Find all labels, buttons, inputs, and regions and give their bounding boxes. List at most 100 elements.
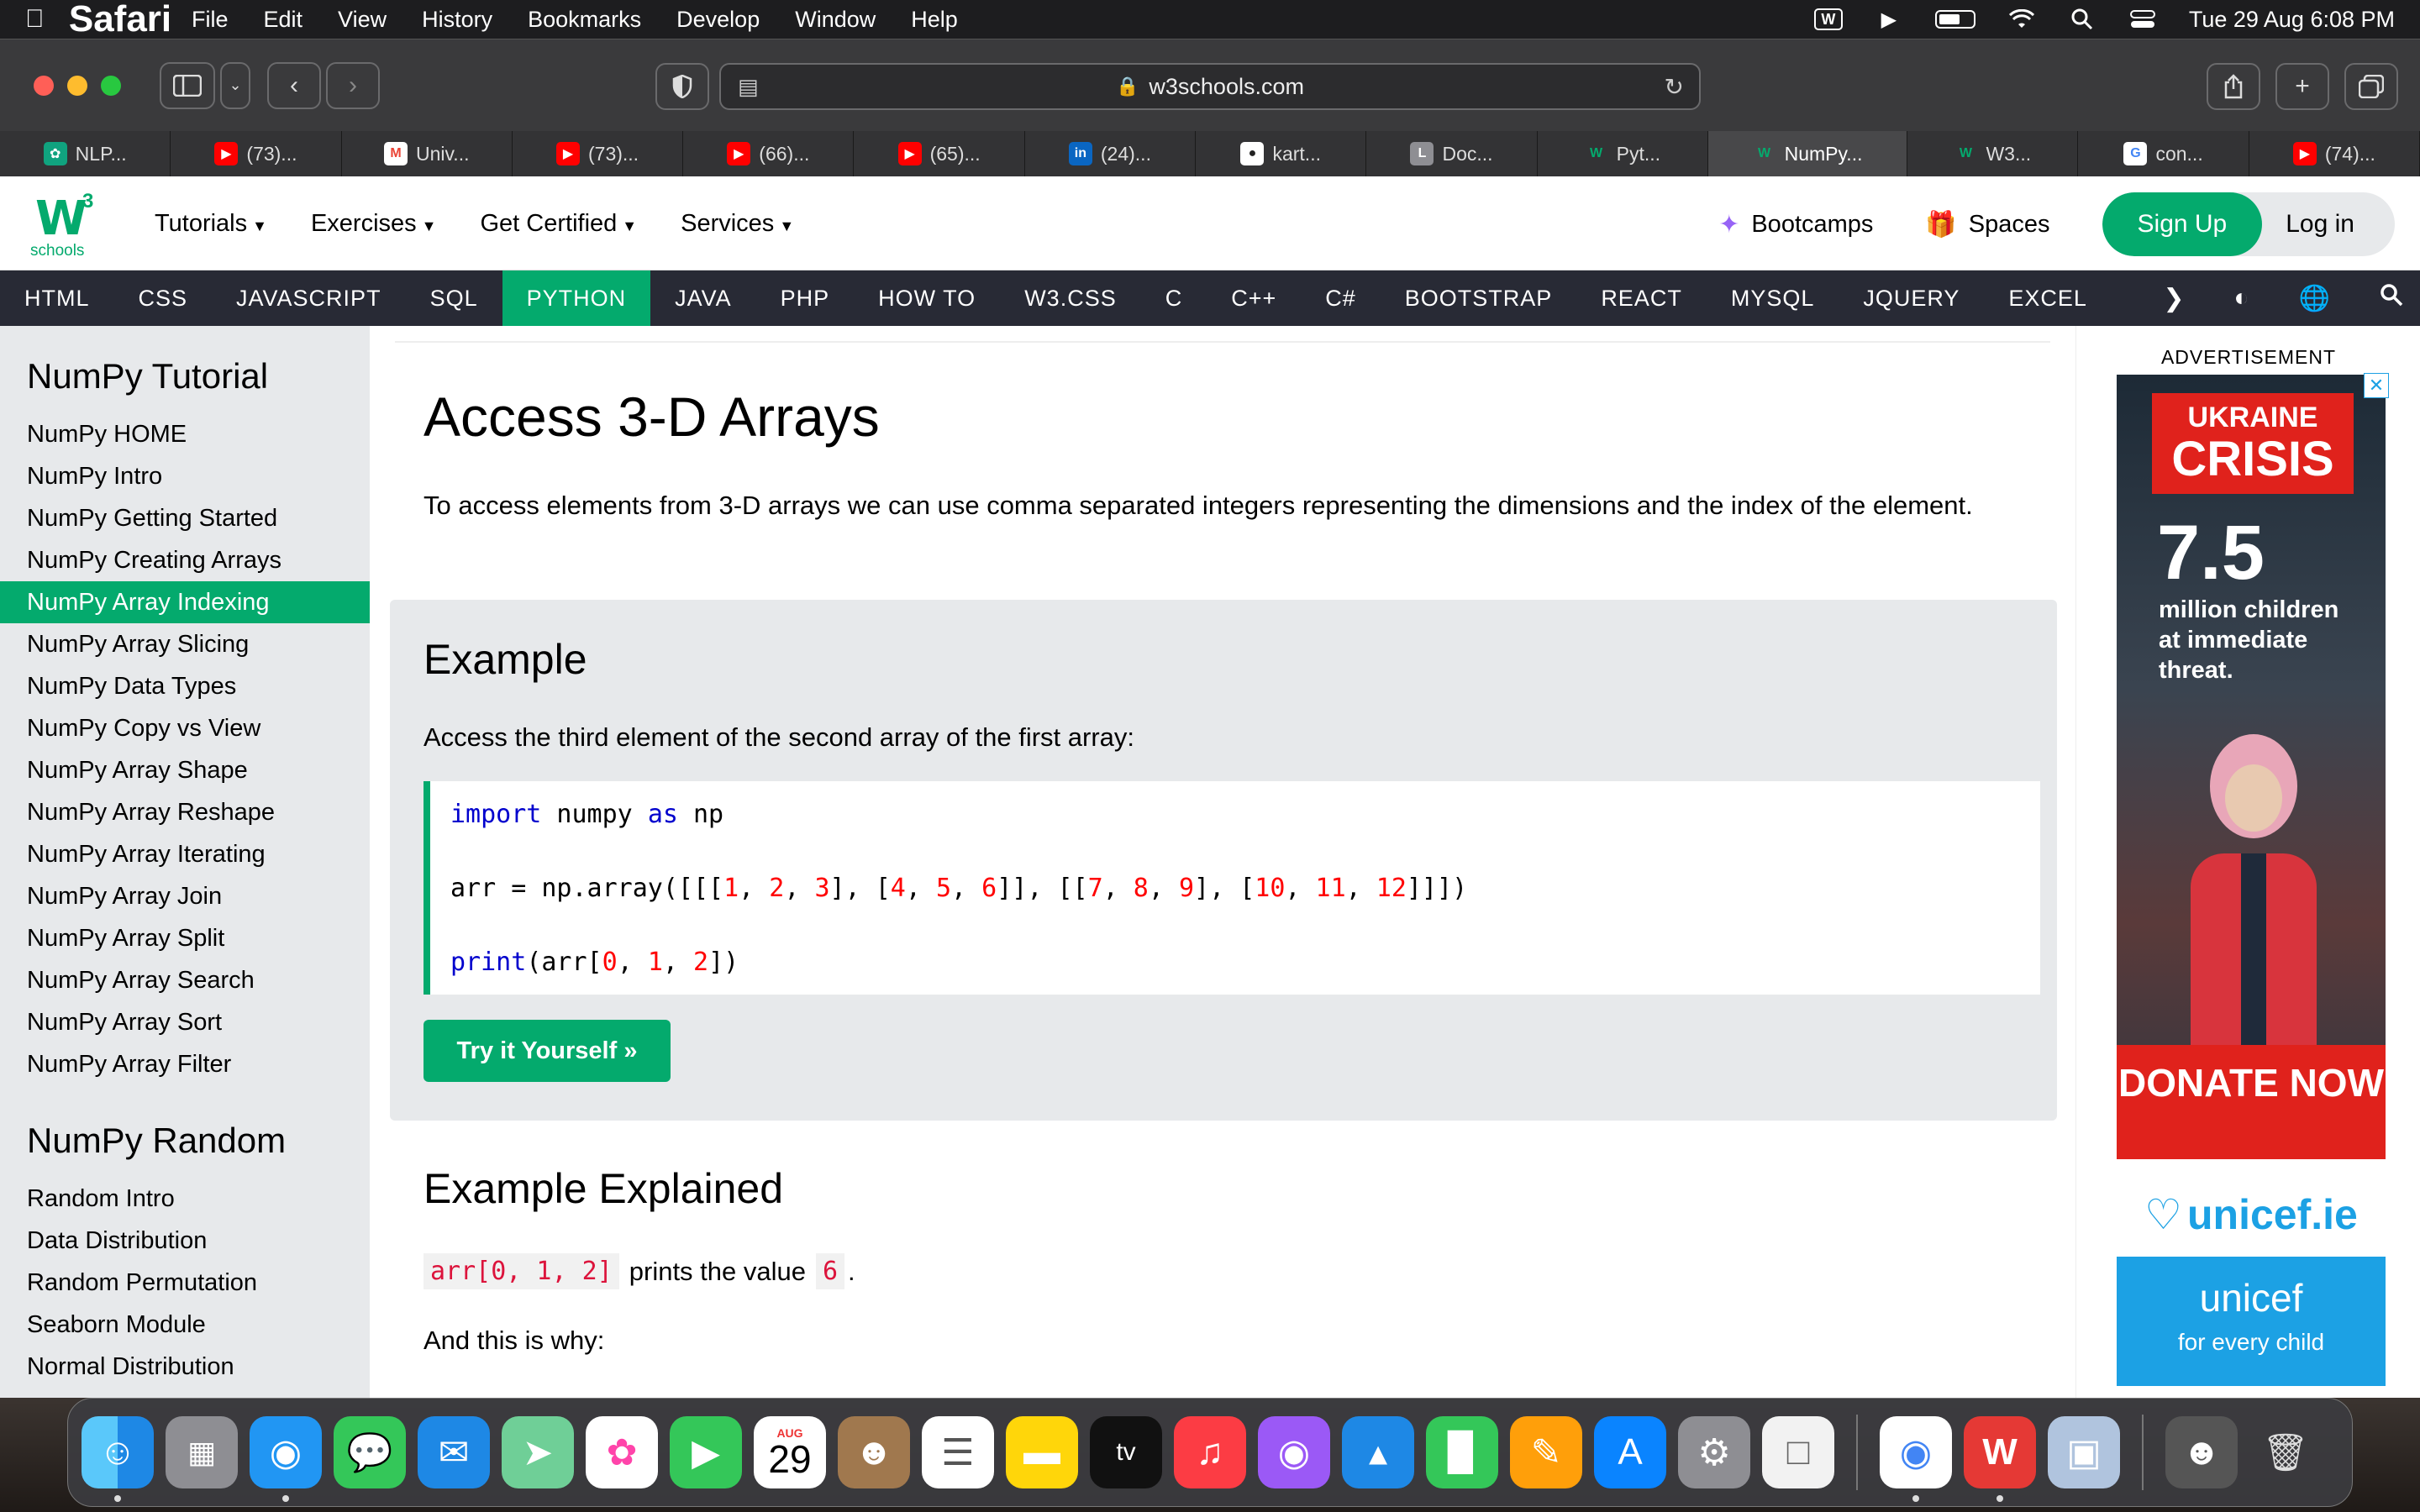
subject-java[interactable]: JAVA [650,270,756,326]
spaces-link[interactable]: 🎁 Spaces [1925,210,2049,239]
sidebar-item-array-shape[interactable]: NumPy Array Shape [0,749,370,791]
sidebar-item-array-filter[interactable]: NumPy Array Filter [0,1043,370,1085]
dark-mode-icon[interactable]: ◐ [2234,284,2250,312]
search-icon[interactable] [2380,283,2403,313]
minimize-window-button[interactable] [67,75,87,96]
sidebar-item-seaborn-module[interactable]: Seaborn Module [0,1304,370,1346]
mail-icon[interactable]: ✉ [418,1416,490,1488]
sidebar-item-array-slicing[interactable]: NumPy Array Slicing [0,623,370,665]
sidebar-item-array-indexing[interactable]: NumPy Array Indexing [0,581,370,623]
sidebar-item-array-sort[interactable]: NumPy Array Sort [0,1001,370,1043]
control-center-icon[interactable] [2128,8,2157,30]
menu-help[interactable]: Help [911,7,958,33]
forward-button[interactable]: › [326,61,380,109]
launchpad-icon[interactable]: ▦ [166,1416,238,1488]
chrome-icon[interactable]: ◉ [1880,1416,1952,1502]
sidebar-item-data-types[interactable]: NumPy Data Types [0,665,370,707]
share-button[interactable] [2207,63,2260,110]
browser-tab[interactable]: ● kart... [1196,131,1367,176]
ad-close-icon[interactable]: ✕ [2364,373,2389,398]
reminders-icon[interactable]: ☰ [922,1416,994,1488]
calendar-icon[interactable]: AUG 29 [754,1416,826,1488]
menu-window[interactable]: Window [795,7,876,33]
sidebar-item-array-split[interactable]: NumPy Array Split [0,917,370,959]
wifi-icon[interactable] [2007,8,2036,30]
back-button[interactable]: ‹ [267,61,321,109]
browser-tab[interactable]: M Univ... [341,131,513,176]
browser-tab[interactable]: W Pyt... [1537,131,1708,176]
sidebar-item-numpy-home[interactable]: NumPy HOME [0,413,370,455]
menu-get-certified[interactable]: Get Certified ▼ [480,210,637,238]
menu-services[interactable]: Services ▼ [681,210,794,238]
globe-icon[interactable]: 🌐 [2299,284,2331,313]
sidebar-toggle-button[interactable] [160,61,215,109]
sidebar-item-array-reshape[interactable]: NumPy Array Reshape [0,791,370,833]
try-it-yourself-button[interactable]: Try it Yourself » [424,1020,671,1082]
finder-icon[interactable]: ☺ [82,1416,154,1502]
sidebar-item-array-join[interactable]: NumPy Array Join [0,875,370,917]
battery-icon[interactable] [1934,10,1975,29]
scroll-right-icon[interactable]: ❯ [2163,284,2185,313]
spotlight-search-icon[interactable] [2068,8,2096,30]
menu-tutorials[interactable]: Tutorials ▼ [155,210,267,238]
trash-icon[interactable]: 🗑 [2249,1416,2322,1488]
subject-javascript[interactable]: JAVASCRIPT [212,270,406,326]
sidebar-item-normal-distribution[interactable]: Normal Distribution [0,1346,370,1388]
subject-css[interactable]: CSS [114,270,213,326]
subject-csharp[interactable]: C# [1301,270,1381,326]
subject-php[interactable]: PHP [756,270,855,326]
unicef-ad-banner[interactable]: UKRAINE CRISIS 7.5 million children at i… [2117,373,2389,1386]
pages-icon[interactable]: ✎ [1510,1416,1582,1488]
subject-mysql[interactable]: MYSQL [1707,270,1839,326]
subject-cpp[interactable]: C++ [1207,270,1301,326]
browser-tab[interactable]: ▶ (74)... [2249,131,2420,176]
browser-tab[interactable]: ▶ (73)... [171,131,342,176]
subject-c[interactable]: C [1141,270,1207,326]
sidebar-item-random-intro[interactable]: Random Intro [0,1178,370,1220]
privacy-shield-button[interactable] [655,63,709,110]
browser-tab[interactable]: ▶ (65)... [854,131,1025,176]
messages-icon[interactable]: 💬 [334,1416,406,1488]
reload-icon[interactable]: ↻ [1665,73,1684,101]
subject-python[interactable]: PYTHON [502,270,651,326]
browser-tab-active[interactable]: W NumPy... [1707,131,1908,176]
numbers-icon[interactable]: ▉ [1426,1416,1498,1488]
subject-html[interactable]: HTML [0,270,114,326]
subject-sql[interactable]: SQL [406,270,502,326]
sidebar-item-getting-started[interactable]: NumPy Getting Started [0,497,370,539]
log-in-button[interactable]: Log in [2262,192,2395,256]
tab-group-dropdown-button[interactable]: ⌄ [220,61,250,109]
system-settings-icon[interactable]: ⚙ [1678,1416,1750,1488]
browser-tab[interactable]: L Doc... [1366,131,1538,176]
sidebar-item-numpy-intro[interactable]: NumPy Intro [0,455,370,497]
podcasts-icon[interactable]: ◉ [1258,1416,1330,1488]
subject-bootstrap[interactable]: BOOTSTRAP [1381,270,1577,326]
menu-develop[interactable]: Develop [676,7,760,33]
browser-tab[interactable]: ✿ NLP... [0,131,171,176]
music-icon[interactable]: ♫ [1174,1416,1246,1488]
w3schools-logo[interactable]: W 3 schools [29,190,104,260]
apple-menu-icon[interactable]:  [25,5,62,34]
preview-icon[interactable]: □ [1762,1416,1834,1488]
subject-howto[interactable]: HOW TO [854,270,1000,326]
browser-tab[interactable]: W W3... [1907,131,2079,176]
menu-view[interactable]: View [338,7,387,33]
play-status-icon[interactable]: ▶ [1875,8,1903,31]
facetime-icon[interactable]: ▶ [670,1416,742,1488]
subject-excel[interactable]: EXCEL [1984,270,2112,326]
sign-up-button[interactable]: Sign Up [2102,192,2263,256]
preview-photo-icon[interactable]: ▣ [2048,1416,2120,1488]
menu-edit[interactable]: Edit [264,7,303,33]
reader-view-icon[interactable]: ▤ [738,74,759,100]
sidebar-item-array-search[interactable]: NumPy Array Search [0,959,370,1001]
safari-icon[interactable]: ◉ [250,1416,322,1502]
sidebar-item-creating-arrays[interactable]: NumPy Creating Arrays [0,539,370,581]
address-bar[interactable]: ▤ 🔒 w3schools.com ↻ [719,63,1701,110]
menu-file[interactable]: File [192,7,229,33]
app-store-icon[interactable]: A [1594,1416,1666,1488]
user-photo-icon[interactable]: ☻ [2165,1416,2238,1488]
notes-icon[interactable]: ▬ [1006,1416,1078,1488]
photos-icon[interactable]: ✿ [586,1416,658,1488]
menu-exercises[interactable]: Exercises ▼ [311,210,437,238]
donate-now-banner[interactable]: DONATE NOW [2117,1045,2386,1159]
